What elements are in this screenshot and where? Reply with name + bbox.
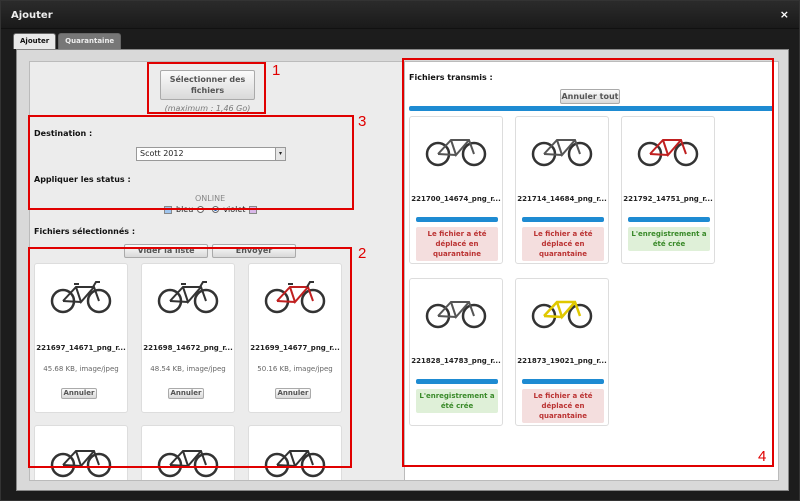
tab-ajouter[interactable]: Ajouter [13,33,57,49]
annotation-number-2: 2 [358,245,367,262]
titlebar: Ajouter × [1,1,799,29]
annotation-box-4 [402,58,774,467]
close-icon[interactable]: × [780,8,789,21]
annotation-box-2 [28,247,352,468]
selected-files-label: Fichiers sélectionnés : [34,227,136,236]
tab-bar: Ajouter Quarantaine [13,33,122,49]
annotation-number-4: 4 [758,448,767,465]
annotation-box-1 [147,62,266,114]
annotation-box-3 [28,115,354,210]
window-title: Ajouter [11,10,53,21]
tab-quarantaine[interactable]: Quarantaine [58,33,122,49]
annotation-number-1: 1 [272,62,281,79]
annotation-number-3: 3 [358,113,367,130]
